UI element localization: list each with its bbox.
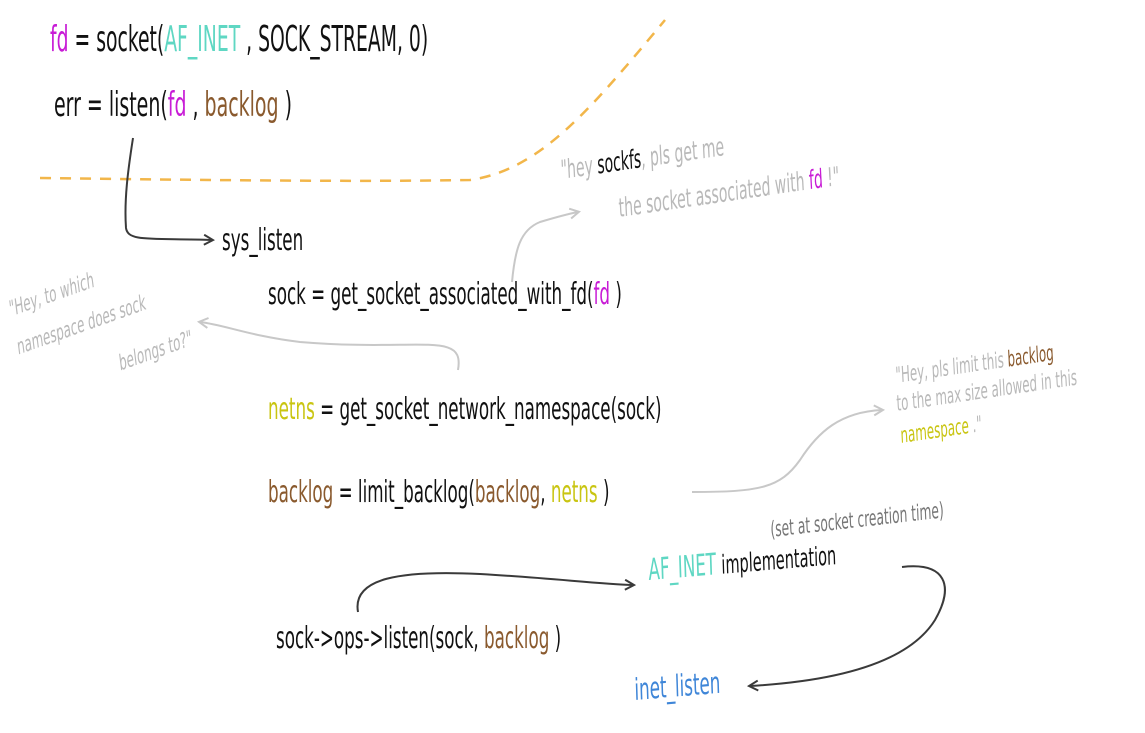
ops-listen-line: sock->ops->listen(sock, backlog ) bbox=[276, 624, 561, 654]
limit-backlog-comma: , bbox=[540, 475, 551, 510]
ops-listen-prefix: sock->ops->listen(sock, bbox=[276, 621, 485, 656]
inet-listen-label: inet_listen bbox=[633, 665, 721, 708]
backlog-variable: backlog bbox=[268, 475, 334, 510]
limit-backlog-close: ) bbox=[597, 475, 610, 510]
limit-note-tail: ." bbox=[968, 412, 983, 439]
get-socket-line: sock = get_socket_associated_with_fd(fd … bbox=[268, 280, 622, 310]
af-inet-constant: AF_INET bbox=[164, 19, 241, 60]
sys-listen-label: sys_listen bbox=[222, 223, 304, 258]
arrow-ops-to-af-inet bbox=[356, 572, 633, 613]
netns-line: netns = get_socket_network_namespace(soc… bbox=[268, 395, 661, 425]
socket-call-line: fd = socket(AF_INET , SOCK_STREAM, 0) bbox=[50, 22, 428, 58]
fd-argument-kernel: fd bbox=[593, 277, 611, 312]
arrow-listen-to-sys-listen bbox=[124, 137, 212, 240]
ops-listen-close: ) bbox=[549, 621, 562, 656]
fd-argument: fd bbox=[167, 85, 187, 125]
limit-backlog-line: backlog = limit_backlog(backlog, netns ) bbox=[268, 478, 609, 508]
sockfs-note-pre: "hey bbox=[559, 150, 599, 186]
af-inet-impl: AF_INET bbox=[647, 547, 717, 588]
arrow-to-limit-note bbox=[691, 410, 882, 493]
listen-call-prefix: err = listen( bbox=[54, 85, 168, 125]
arrow-to-sockfs-note bbox=[511, 212, 578, 283]
listen-call-line: err = listen(fd , backlog ) bbox=[54, 88, 292, 122]
fd-variable: fd bbox=[50, 19, 69, 60]
netns-variable: netns bbox=[268, 392, 315, 427]
sockfs-label: sockfs bbox=[596, 144, 642, 181]
listen-call-comma: , bbox=[186, 85, 205, 125]
backlog-arg: backlog bbox=[474, 475, 541, 510]
netns-line-rest: = get_socket_network_namespace(sock) bbox=[314, 392, 662, 427]
get-socket-close: ) bbox=[610, 277, 622, 312]
arrow-implementation-to-inet-listen bbox=[750, 565, 946, 686]
backlog-argument: backlog bbox=[204, 85, 279, 125]
listen-call-close: ) bbox=[278, 85, 292, 125]
sockfs-note-line2-post: !" bbox=[822, 161, 841, 195]
netns-arg: netns bbox=[550, 475, 598, 510]
get-socket-prefix: sock = get_socket_associated_with_fd( bbox=[268, 277, 594, 312]
diagram-canvas: fd = socket(AF_INET , SOCK_STREAM, 0) er… bbox=[0, 0, 1145, 733]
socket-call-assign: = socket( bbox=[68, 19, 165, 60]
ops-backlog-arg: backlog bbox=[484, 621, 550, 656]
arrow-to-namespace-note bbox=[200, 322, 460, 371]
limit-backlog-middle: = limit_backlog( bbox=[333, 475, 475, 510]
socket-call-rest: , SOCK_STREAM, 0) bbox=[240, 19, 429, 60]
